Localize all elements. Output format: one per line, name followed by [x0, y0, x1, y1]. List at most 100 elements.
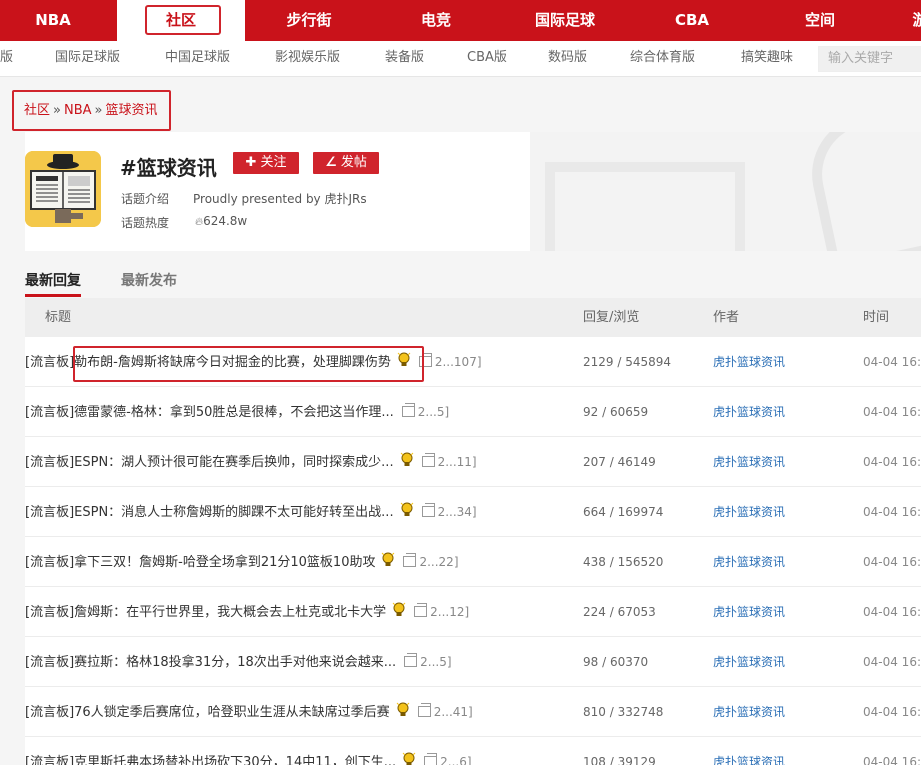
post-title-link[interactable]: [流言板]ESPN：湖人预计很可能在赛季后换帅，同时探索成少... [25, 455, 394, 470]
page-range: 2...5] [417, 405, 450, 419]
subnav-sports[interactable]: 综合体育版 [630, 41, 695, 77]
page-range: 2...41] [433, 705, 473, 719]
post-subject-cell: [流言板]德雷蒙德-格林：拿到50胜总是很棒，不会把这当作理... 2...5] [25, 387, 449, 438]
author-link[interactable]: 虎扑篮球资讯 [713, 687, 785, 737]
table-row: [流言板]ESPN：湖人预计很可能在赛季后换帅，同时探索成少... 2...11]… [25, 437, 921, 487]
nav-bxj[interactable]: 步行街 [254, 0, 364, 41]
nav-nba[interactable]: NBA [0, 0, 106, 41]
heat-value: 624.8w [203, 214, 248, 228]
nav-game[interactable]: 游 [910, 0, 921, 41]
reply-view-count: 224 / 67053 [583, 605, 656, 619]
page-links[interactable]: 2...22] [403, 537, 459, 587]
topic-intro: 话题介绍 Proudly presented by 虎扑JRs [121, 190, 367, 207]
tab-latest-reply[interactable]: 最新回复 [25, 270, 81, 297]
column-header-time: 时间 [863, 310, 890, 325]
post-time: 04-04 16:1 [863, 355, 921, 369]
nav-community-highlight [145, 5, 221, 35]
search-input[interactable]: 输入关键字 [818, 46, 921, 72]
plus-icon: ✚ [245, 155, 257, 170]
intro-value: Proudly presented by 虎扑JRs [193, 192, 367, 206]
pages-icon [404, 653, 418, 667]
lightbulb-icon [400, 490, 414, 516]
pages-icon [414, 603, 428, 617]
subnav-cba[interactable]: CBA版 [467, 41, 507, 77]
pages-icon [401, 403, 415, 417]
table-row: [流言板]拿下三双！詹姆斯-哈登全场拿到21分10篮板10助攻 2...22] 43… [25, 537, 921, 587]
flame-icon: 🔥︎ [195, 215, 204, 228]
page-links[interactable]: 2...34] [421, 487, 477, 537]
breadcrumb-separator: » [53, 103, 61, 118]
page-links[interactable]: 2...6] [424, 737, 472, 765]
reply-view-count: 664 / 169974 [583, 505, 664, 519]
table-header: 标题 回复/浏览 作者 时间 [25, 298, 921, 337]
column-header-author: 作者 [713, 310, 740, 325]
subnav-digital[interactable]: 数码版 [548, 41, 587, 77]
page-links[interactable]: 2...5] [401, 387, 450, 437]
page-range: 2...34] [437, 505, 477, 519]
subnav-entertainment[interactable]: 影视娱乐版 [275, 41, 340, 77]
tab-latest-post[interactable]: 最新发布 [121, 270, 177, 290]
follow-label: 关注 [260, 155, 287, 170]
pages-icon [403, 553, 417, 567]
subnav-funny[interactable]: 搞笑趣味 [741, 41, 793, 77]
table-row: [流言板]赛拉斯：格林18投拿31分，18次出手对他来说会越来... 2...5]… [25, 637, 921, 687]
post-title-link[interactable]: [流言板]拿下三双！詹姆斯-哈登全场拿到21分10篮板10助攻 [25, 555, 375, 570]
post-time: 04-04 16:1 [863, 605, 921, 619]
author-link[interactable]: 虎扑篮球资讯 [713, 437, 785, 487]
reply-view-count: 438 / 156520 [583, 555, 664, 569]
page-range: 2...6] [440, 755, 472, 765]
topic-title: #篮球资讯 [120, 156, 217, 180]
page-links[interactable]: 2...11] [421, 437, 477, 487]
nav-intl-football[interactable]: 国际足球 [510, 0, 620, 41]
breadcrumb-community[interactable]: 社区 [24, 103, 50, 118]
column-header-replies: 回复/浏览 [583, 310, 640, 325]
page-range: 2...11] [437, 455, 477, 469]
pages-icon [417, 703, 431, 717]
page-links[interactable]: 2...5] [404, 637, 452, 687]
breadcrumb: 社区» NBA» 篮球资讯 [12, 90, 171, 131]
page-range: 2...22] [419, 555, 459, 569]
author-link[interactable]: 虎扑篮球资讯 [713, 637, 785, 687]
nav-space[interactable]: 空间 [770, 0, 870, 41]
lightbulb-icon [400, 440, 414, 466]
subnav-intl-football[interactable]: 国际足球版 [55, 41, 120, 77]
tabs: 最新回复 最新发布 [25, 262, 921, 298]
post-title-link[interactable]: [流言板]詹姆斯：在平行世界里，我大概会去上杜克或北卡大学 [25, 605, 386, 620]
nav-esports[interactable]: 电竞 [384, 0, 488, 41]
pages-icon [424, 753, 438, 765]
author-link[interactable]: 虎扑篮球资讯 [713, 337, 785, 387]
post-title-link[interactable]: [流言板]德雷蒙德-格林：拿到50胜总是很棒，不会把这当作理... [25, 405, 394, 420]
page-range: 2...12] [430, 605, 470, 619]
nav-cba[interactable]: CBA [640, 0, 744, 41]
author-link[interactable]: 虎扑篮球资讯 [713, 537, 785, 587]
breadcrumb-news[interactable]: 篮球资讯 [106, 103, 158, 118]
breadcrumb-nba[interactable]: NBA [64, 103, 92, 118]
page-links[interactable]: 2...107] [418, 337, 482, 387]
pages-icon [421, 503, 435, 517]
sub-nav: 版 国际足球版 中国足球版 影视娱乐版 装备版 CBA版 数码版 综合体育版 搞… [0, 41, 921, 77]
author-link[interactable]: 虎扑篮球资讯 [713, 737, 785, 765]
post-title-link[interactable]: [流言板]克里斯托弗本场替补出场砍下30分，14中11，创下生... [25, 755, 396, 765]
subnav-gear[interactable]: 装备版 [385, 41, 424, 77]
author-link[interactable]: 虎扑篮球资讯 [713, 487, 785, 537]
subnav-cn-football[interactable]: 中国足球版 [165, 41, 230, 77]
new-post-button[interactable]: ∠ 发帖 [313, 152, 379, 174]
reply-view-count: 810 / 332748 [583, 705, 664, 719]
selected-post-highlight [73, 346, 424, 382]
reply-view-count: 207 / 46149 [583, 455, 656, 469]
page-range: 2...107] [434, 355, 482, 369]
subnav-item[interactable]: 版 [0, 41, 13, 77]
post-time: 04-04 16:1 [863, 705, 921, 719]
post-title-link[interactable]: [流言板]76人锁定季后赛席位，哈登职业生涯从未缺席过季后赛 [25, 705, 390, 720]
breadcrumb-separator: » [94, 103, 103, 118]
column-header-title: 标题 [45, 310, 72, 325]
follow-button[interactable]: ✚ 关注 [233, 152, 299, 174]
page-links[interactable]: 2...12] [414, 587, 469, 637]
topic-header: #篮球资讯 ✚ 关注 ∠ 发帖 话题介绍 Proudly presented b… [25, 132, 921, 251]
post-time: 04-04 16:1 [863, 555, 921, 569]
author-link[interactable]: 虎扑篮球资讯 [713, 387, 785, 437]
page-links[interactable]: 2...41] [417, 687, 473, 737]
post-title-link[interactable]: [流言板]ESPN：消息人士称詹姆斯的脚踝不太可能好转至出战... [25, 505, 394, 520]
post-title-link[interactable]: [流言板]赛拉斯：格林18投拿31分，18次出手对他来说会越来... [25, 655, 396, 670]
author-link[interactable]: 虎扑篮球资讯 [713, 587, 785, 637]
